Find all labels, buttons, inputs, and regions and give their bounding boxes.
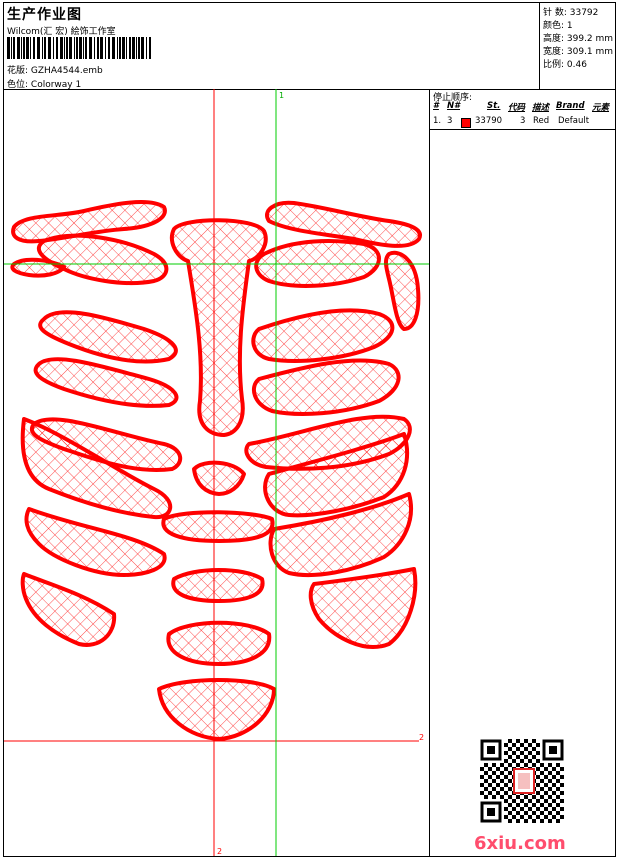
col-brand: Brand [556, 101, 585, 111]
production-worksheet: 生产作业图 Wilcom(汇 宏) 絵饰工作室 花版: GZHA4544.emb… [3, 2, 616, 857]
col-hash: # [433, 101, 439, 111]
row-index: 1. [433, 116, 442, 126]
col-stitches: St. [487, 101, 501, 111]
row-brand: Default [558, 116, 590, 126]
xiphoid [192, 460, 246, 496]
design-value: GZHA4544.emb [30, 66, 103, 76]
guide-marker-right: 2 [419, 733, 424, 742]
rib-right-1 [254, 239, 381, 288]
stop-sequence-header: # N# St. 代码 描述 Brand 元素 [430, 101, 615, 114]
ribcage-embroidery: 1 2 2 [4, 89, 429, 856]
vertebra-3 [166, 620, 272, 666]
design-label: 花版: [7, 66, 31, 76]
col-needle: N# [447, 101, 461, 111]
company-name: Wilcom(汇 宏) 絵饰工作室 [7, 27, 116, 37]
col-code: 代码 [508, 103, 526, 113]
qr-code-icon [480, 739, 564, 823]
guide-marker-bottom: 2 [217, 847, 222, 856]
vertebra-2 [171, 568, 265, 603]
barcode-icon [7, 37, 151, 59]
rib-left-2 [10, 257, 66, 278]
col-element: 元素 [592, 103, 610, 113]
stop-sequence-panel: 停止顺序: # N# St. 代码 描述 Brand 元素 1. 3 33790… [430, 89, 615, 856]
design-scale: 比例: 0.46 [543, 60, 587, 70]
rib-right-floating [308, 567, 418, 649]
divider [430, 129, 615, 130]
design-info-box: 针 数: 33792 颜色: 1 高度: 399.2 mm 宽度: 309.1 … [539, 3, 616, 89]
row-description: Red [533, 116, 550, 126]
design-file: 花版: GZHA4544.emb [7, 63, 103, 76]
color-count: 颜色: 1 [543, 21, 573, 31]
stitch-count: 针 数: 33792 [543, 8, 599, 18]
rib-right-3 [251, 308, 395, 363]
vertebra-4 [157, 678, 276, 741]
col-description: 描述 [532, 103, 550, 113]
design-width: 宽度: 309.1 mm [543, 47, 614, 57]
row-stitches: 33790 [475, 116, 503, 126]
sternum [169, 218, 268, 437]
rib-left-lower-2 [24, 507, 167, 577]
sheet-title: 生产作业图 [7, 7, 82, 23]
design-height: 高度: 399.2 mm [543, 34, 614, 44]
rib-left-4 [33, 357, 179, 408]
table-row: 1. 3 33790 3 Red Default [430, 116, 615, 128]
clavicle-right [265, 200, 422, 248]
design-preview: 1 2 2 [4, 89, 430, 856]
vertebra-1 [161, 510, 275, 543]
sheet-header: 生产作业图 Wilcom(汇 宏) 絵饰工作室 花版: GZHA4544.emb… [4, 3, 615, 90]
color-swatch [461, 118, 471, 128]
row-code: 3 [520, 116, 526, 126]
row-needle: 3 [447, 116, 453, 126]
rib-left-1 [36, 233, 169, 286]
guide-marker-top: 1 [279, 91, 284, 100]
rib-left-3 [38, 310, 178, 364]
site-watermark: 6xiu.com [474, 833, 566, 854]
rib-left-floating [20, 572, 117, 647]
